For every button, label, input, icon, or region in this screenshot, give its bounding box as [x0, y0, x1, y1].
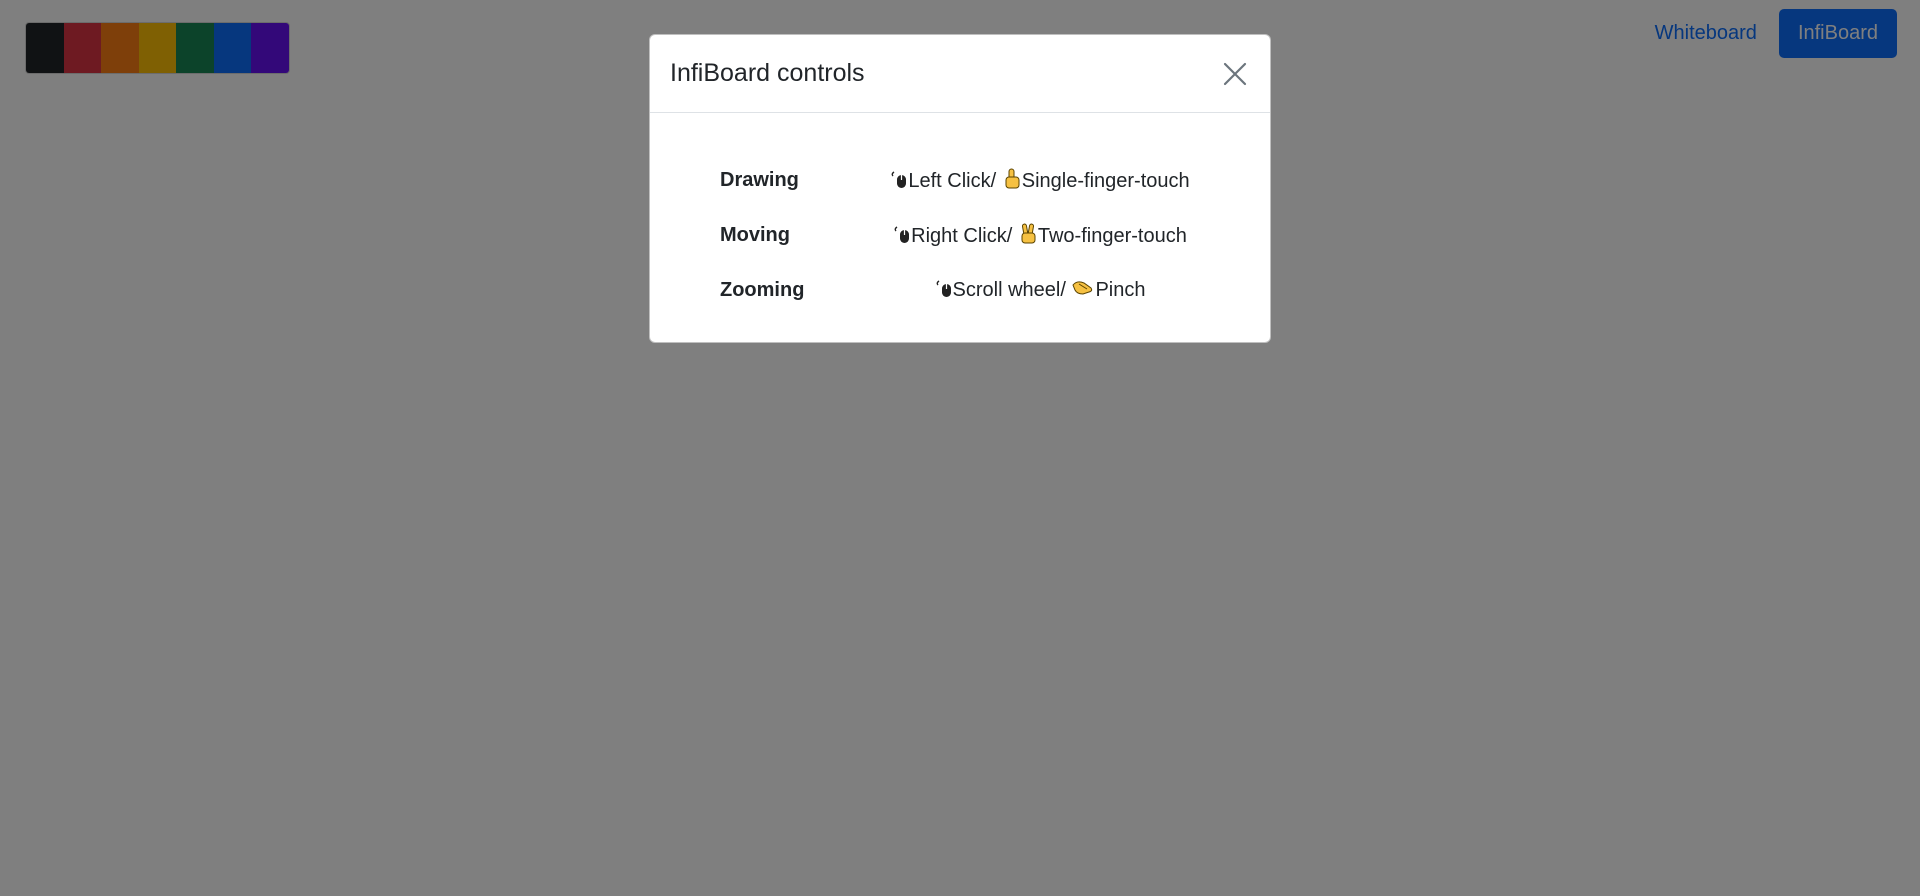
mouse-icon — [891, 171, 907, 188]
mouse-icon — [894, 226, 910, 243]
dialog-body: Drawing Left Click/ Single-finger-touch … — [650, 113, 1270, 318]
touch-action: Two-finger-touch — [1037, 225, 1187, 247]
close-button[interactable] — [1219, 58, 1251, 90]
mouse-action: Left Click/ — [908, 170, 997, 192]
close-icon — [1223, 62, 1247, 85]
mouse-action: Scroll wheel/ — [952, 279, 1066, 301]
control-row-drawing: Drawing Left Click/ Single-finger-touch — [720, 153, 1200, 208]
control-description: Right Click/ Two-finger-touch — [880, 208, 1200, 263]
mouse-icon — [936, 280, 951, 297]
touch-action: Single-finger-touch — [1021, 170, 1190, 192]
control-name: Zooming — [720, 279, 805, 301]
control-name: Drawing — [720, 169, 799, 191]
pinching-hand-icon — [1072, 281, 1093, 295]
controls-dialog: InfiBoard controls Drawing Left Click/ S… — [649, 34, 1271, 343]
control-row-zooming: Zooming Scroll wheel/ Pinch — [720, 263, 1200, 318]
control-description: Left Click/ Single-finger-touch — [880, 153, 1200, 208]
victory-hand-icon — [1021, 223, 1036, 244]
controls-table: Drawing Left Click/ Single-finger-touch … — [720, 153, 1200, 318]
pointing-finger-icon — [1005, 168, 1020, 189]
control-name: Moving — [720, 224, 790, 246]
dialog-title: InfiBoard controls — [670, 59, 865, 87]
mouse-action: Right Click/ — [911, 225, 1013, 247]
touch-action: Pinch — [1095, 279, 1146, 301]
control-description: Scroll wheel/ Pinch — [880, 263, 1200, 318]
dialog-header: InfiBoard controls — [650, 35, 1270, 113]
control-row-moving: Moving Right Click/ Two-finger-touch — [720, 208, 1200, 263]
